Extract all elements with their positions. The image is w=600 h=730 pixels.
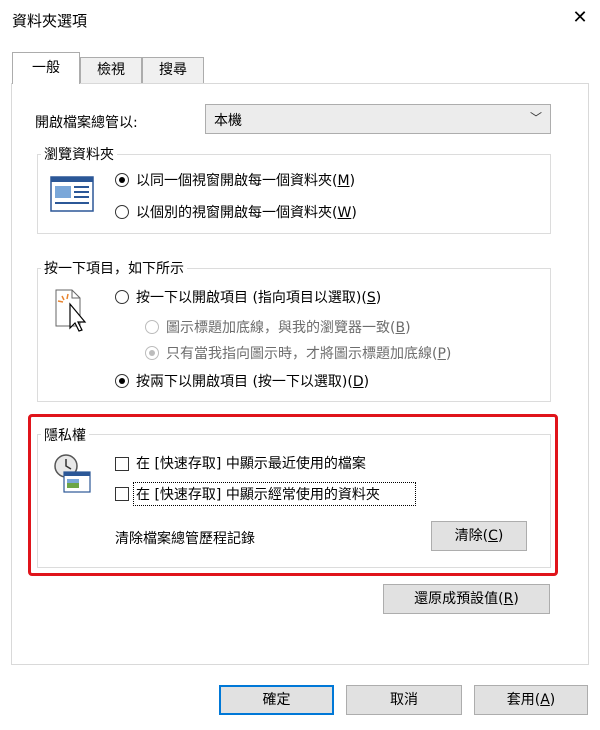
open-same-window-label[interactable]: 以同一個視窗開啟每一個資料夾(M) bbox=[136, 170, 355, 190]
highlight-box bbox=[28, 414, 558, 576]
open-files-combobox[interactable]: 本機 ﹀ bbox=[205, 104, 551, 134]
ok-button[interactable]: 確定 bbox=[219, 685, 334, 715]
apply-button[interactable]: 套用(A) bbox=[474, 685, 588, 715]
open-same-window-radio[interactable] bbox=[115, 173, 129, 187]
open-files-label: 開啟檔案總管以: bbox=[35, 115, 138, 131]
open-files-value: 本機 bbox=[214, 113, 242, 129]
open-new-window-label[interactable]: 以個別的視窗開啟每一個資料夾(W) bbox=[136, 202, 357, 222]
underline-point-label[interactable]: 只有當我指向圖示時，才將圖示標題加底線(P) bbox=[166, 343, 451, 363]
restore-defaults-button[interactable]: 還原成預設值(R) bbox=[383, 584, 550, 614]
open-new-window-radio[interactable] bbox=[115, 205, 129, 219]
single-click-label[interactable]: 按一下以開啟項目 (指向項目以選取)(S) bbox=[136, 287, 381, 307]
click-group-title: 按一下項目，如下所示 bbox=[41, 258, 187, 278]
folder-window-icon bbox=[50, 176, 94, 212]
browse-group-title: 瀏覽資料夾 bbox=[41, 144, 117, 164]
pointer-click-icon bbox=[55, 289, 87, 332]
underline-browser-radio[interactable] bbox=[145, 320, 159, 334]
chevron-down-icon: ﹀ bbox=[529, 111, 542, 125]
single-click-radio[interactable] bbox=[115, 290, 129, 304]
cancel-button[interactable]: 取消 bbox=[346, 685, 462, 715]
underline-point-radio[interactable] bbox=[145, 346, 159, 360]
double-click-label[interactable]: 按兩下以開啟項目 (按一下以選取)(D) bbox=[136, 371, 369, 391]
underline-browser-label[interactable]: 圖示標題加底線，與我的瀏覽器一致(B) bbox=[166, 317, 411, 337]
double-click-radio[interactable] bbox=[115, 374, 129, 388]
browse-group bbox=[37, 154, 551, 234]
tab-general[interactable]: 一般 bbox=[12, 52, 80, 84]
